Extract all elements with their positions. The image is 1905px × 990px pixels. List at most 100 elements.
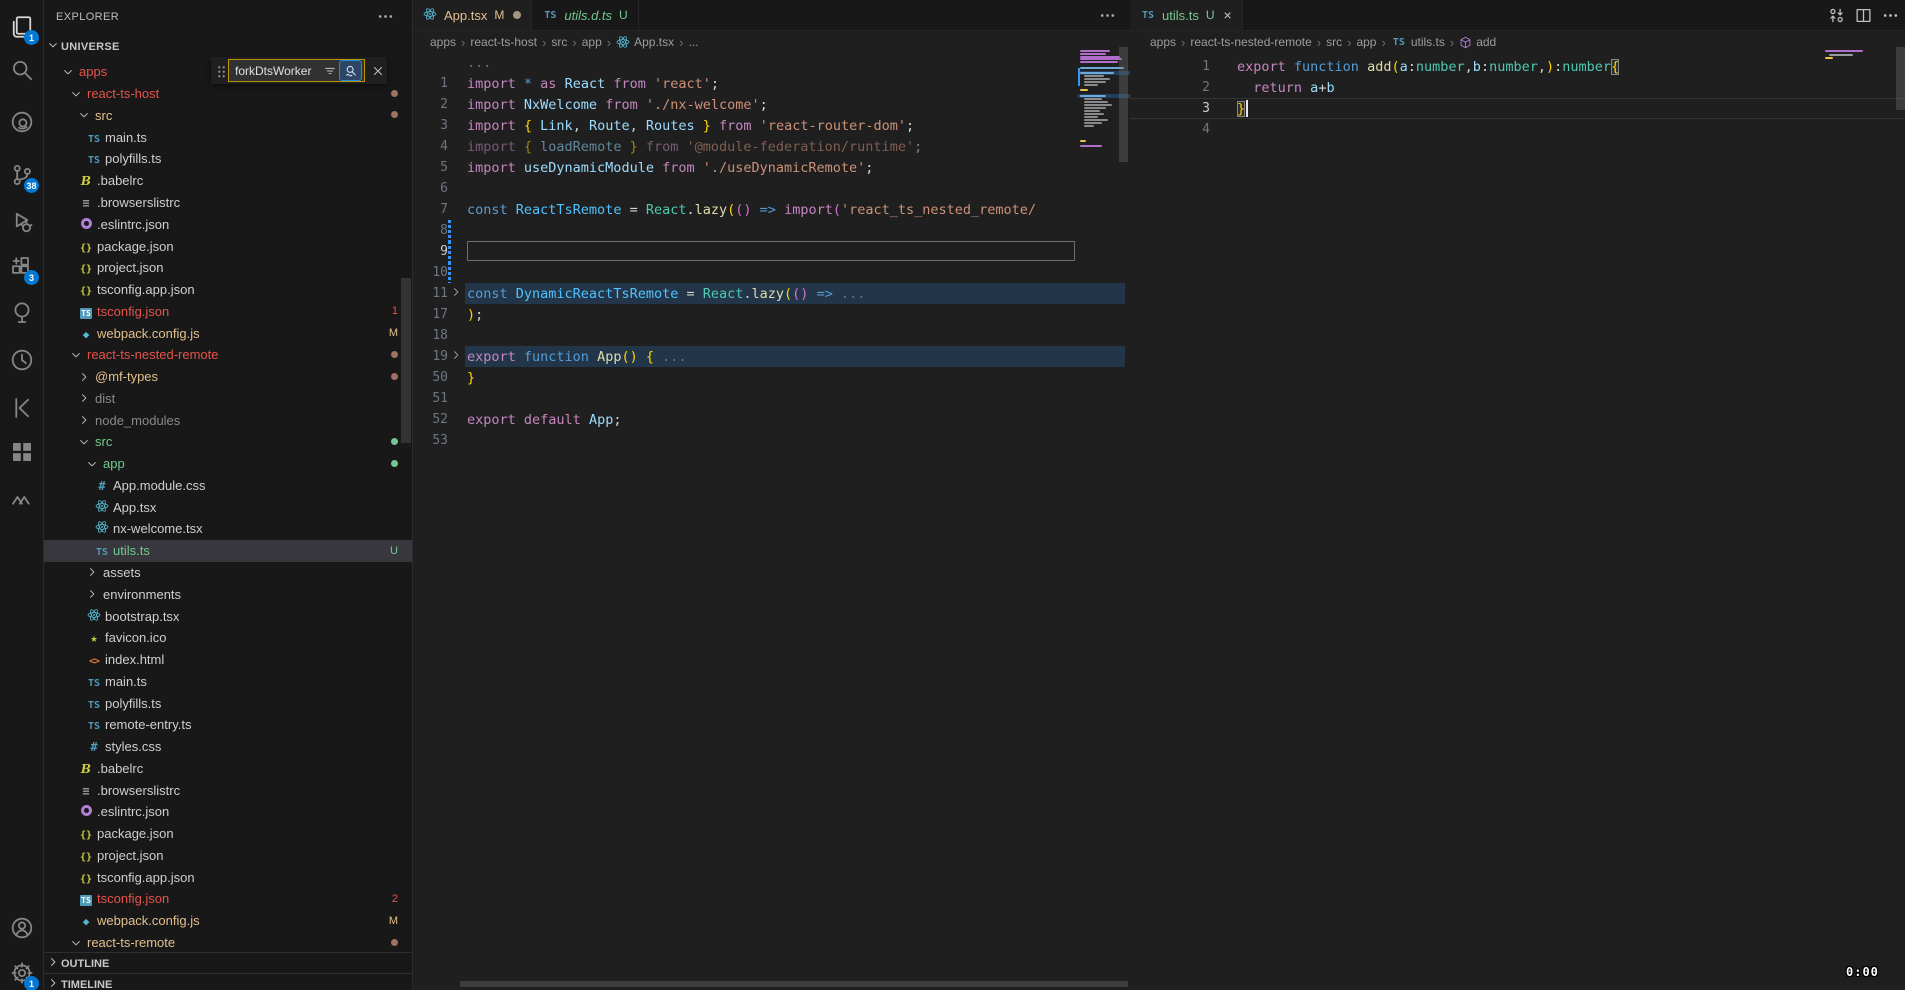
tree-item--babelrc[interactable]: B.babelrc [43,758,412,780]
open-changes-icon[interactable] [1828,7,1845,24]
tree-item-polyfills-ts[interactable]: TSpolyfills.ts [43,148,412,170]
tree-item-react-ts-nested-remote[interactable]: react-ts-nested-remote [43,344,412,366]
code-line[interactable]: 17); [412,304,1130,325]
tab-app-tsx[interactable]: App.tsxM [412,0,532,30]
tree-item-tsconfig-json[interactable]: TStsconfig.json1 [43,300,412,322]
tree-item-nx-welcome-tsx[interactable]: nx-welcome.tsx [43,518,412,540]
activity-waves-extension-icon[interactable] [0,480,43,520]
tree-item-dist[interactable]: dist [43,387,412,409]
tree-item-remote-entry-ts[interactable]: TSremote-entry.ts [43,714,412,736]
activity-grid-extension-icon[interactable] [0,432,43,472]
activity-extensions-icon[interactable]: 3 [0,247,43,287]
tab-utils-d-ts[interactable]: TSutils.d.tsU [532,0,638,30]
tree-item-package-json[interactable]: {}package.json [43,235,412,257]
code-line[interactable]: 50} [412,367,1130,388]
activity-source-control-icon[interactable]: 38 [0,155,43,195]
outline-panel-header[interactable]: OUTLINE [43,952,412,974]
activity-run-and-debug-icon[interactable] [0,202,43,242]
breadcrumb-item-app[interactable]: app [582,35,602,49]
breadcrumb-item-src[interactable]: src [551,35,567,49]
code-line[interactable]: 1import * as React from 'react'; [412,73,1130,94]
tree-item--browserslistrc[interactable]: ≡.browserslistrc [43,192,412,214]
code-editor-app-tsx[interactable]: ...1import * as React from 'react';2impo… [412,52,1130,451]
tree-item-src[interactable]: src [43,431,412,453]
vertical-scrollbar[interactable] [1119,47,1128,162]
tree-item--mf-types[interactable]: @mf-types [43,366,412,388]
code-line[interactable]: 18 [412,325,1130,346]
tree-item-index-html[interactable]: <>index.html [43,649,412,671]
activity-history-clock-icon[interactable] [0,340,43,380]
fold-chevron-icon[interactable] [450,286,462,302]
minimap[interactable] [1823,47,1883,87]
breadcrumb-item-add[interactable]: add [1459,35,1496,49]
breadcrumb-item-src[interactable]: src [1326,35,1342,49]
tree-item-polyfills-ts[interactable]: TSpolyfills.ts [43,692,412,714]
code-line[interactable]: 2import NxWelcome from './nx-welcome'; [412,94,1130,115]
code-line[interactable]: 52export default App; [412,409,1130,430]
horizontal-scrollbar[interactable] [460,981,1128,987]
more-actions-icon[interactable] [1882,7,1899,24]
breadcrumb-item-app-tsx[interactable]: App.tsx [616,35,674,49]
breadcrumb-item-react-ts-host[interactable]: react-ts-host [470,35,537,49]
tree-item-tsconfig-json[interactable]: TStsconfig.json2 [43,888,412,910]
tree-item-favicon-ico[interactable]: ★favicon.ico [43,627,412,649]
code-line[interactable]: 6 [412,178,1130,199]
code-line[interactable]: ... [412,52,1130,73]
tree-item-project-json[interactable]: {}project.json [43,257,412,279]
tree-item-utils-ts[interactable]: TSutils.tsU [43,540,412,562]
activity-circular-extension-icon[interactable] [0,102,43,142]
tree-item--eslintrc-json[interactable]: .eslintrc.json [43,801,412,823]
tree-item-styles-css[interactable]: #styles.css [43,736,412,758]
tab-utils-ts[interactable]: TSutils.tsU× [1130,0,1243,30]
tree-item-src[interactable]: src [43,105,412,127]
code-line[interactable]: 9 [412,241,1130,262]
tree-item-react-ts-host[interactable]: react-ts-host [43,83,412,105]
tree-item-webpack-config-js[interactable]: ◆webpack.config.jsM [43,910,412,932]
code-line[interactable]: 3} [1130,98,1905,119]
breadcrumb-item-react-ts-nested-remote[interactable]: react-ts-nested-remote [1190,35,1311,49]
code-line[interactable]: 3import { Link, Route, Routes } from 're… [412,115,1130,136]
code-line[interactable]: 53 [412,430,1130,451]
close-icon[interactable] [371,64,385,78]
code-line[interactable]: 10 [412,262,1130,283]
explorer-more-actions-icon[interactable] [377,8,394,28]
tree-item-main-ts[interactable]: TSmain.ts [43,126,412,148]
timeline-panel-header[interactable]: TIMELINE [43,973,412,990]
dirty-dot-icon[interactable] [513,11,521,19]
breadcrumb-item-utils-ts[interactable]: TSutils.ts [1391,35,1445,49]
tree-item-project-json[interactable]: {}project.json [43,845,412,867]
code-line[interactable]: 5import useDynamicModule from './useDyna… [412,157,1130,178]
activity-account-icon[interactable] [0,908,43,948]
breadcrumb-item-app[interactable]: app [1356,35,1376,49]
tree-item-main-ts[interactable]: TSmain.ts [43,670,412,692]
activity-explorer-icon[interactable]: 1 [0,7,43,47]
code-line[interactable]: 19export function App() { ... [412,346,1130,367]
workspace-section-universe[interactable]: UNIVERSE [43,35,412,58]
tree-item-tsconfig-app-json[interactable]: {}tsconfig.app.json [43,866,412,888]
tree-item-node-modules[interactable]: node_modules [43,409,412,431]
code-line[interactable]: 4import { loadRemote } from '@module-fed… [412,136,1130,157]
tree-item-webpack-config-js[interactable]: ◆webpack.config.jsM [43,322,412,344]
filter-icon[interactable] [323,64,337,78]
tab-overflow-icon[interactable] [1099,7,1116,27]
code-line[interactable]: 8 [412,220,1130,241]
drag-grip-icon[interactable] [216,64,225,78]
tree-item--browserslistrc[interactable]: ≡.browserslistrc [43,779,412,801]
code-line[interactable]: 11const DynamicReactTsRemote = React.laz… [412,283,1130,304]
tree-item-package-json[interactable]: {}package.json [43,823,412,845]
code-editor-utils-ts[interactable]: 1export function add(a:number,b:number,)… [1130,56,1905,140]
tree-find-input[interactable] [235,64,321,78]
activity-search-icon[interactable] [0,50,43,90]
sidebar-scrollbar[interactable] [401,278,411,443]
code-line[interactable]: 2 return a+b [1130,77,1905,98]
activity-kubernetes-icon[interactable] [0,388,43,428]
code-line[interactable]: 51 [412,388,1130,409]
activity-testing-tree-icon[interactable] [0,293,43,333]
tree-item-environments[interactable]: environments [43,583,412,605]
breadcrumb-item-apps[interactable]: apps [430,35,456,49]
code-line[interactable]: 1export function add(a:number,b:number,)… [1130,56,1905,77]
fuzzy-search-toggle[interactable] [339,60,362,81]
fold-chevron-icon[interactable] [450,349,462,365]
split-editor-icon[interactable] [1855,7,1872,24]
tree-item-app-module-css[interactable]: #App.module.css [43,475,412,497]
